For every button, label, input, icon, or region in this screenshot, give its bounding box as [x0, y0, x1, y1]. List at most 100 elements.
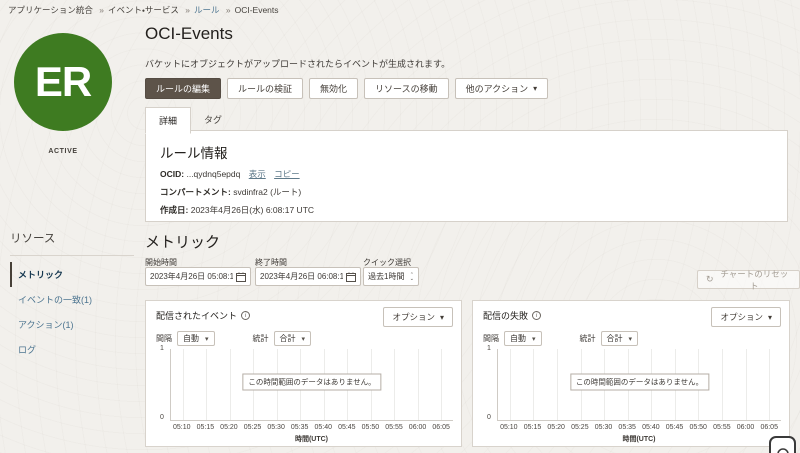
tick: 05:30: [267, 424, 285, 431]
tick: 06:00: [734, 349, 758, 420]
tick: 05:55: [713, 424, 731, 431]
chart-plot-area: 05:1005:1505:2005:2505:3005:3505:4005:45…: [497, 349, 781, 421]
chart-title-text: 配信されたイベント: [156, 311, 238, 321]
created-label: 作成日:: [160, 205, 189, 215]
compartment-row: コンパートメント: svdinfra2 (ルート): [160, 186, 787, 198]
sidebar-item-event-matches[interactable]: イベントの一致(1): [10, 287, 134, 312]
interval-select[interactable]: 自動: [177, 331, 215, 346]
created-row: 作成日: 2023年4月26日(水) 6:08:17 UTC: [160, 204, 787, 216]
breadcrumb-app-integration[interactable]: アプリケーション統合: [8, 4, 93, 16]
info-icon[interactable]: [532, 311, 542, 320]
quick-select-value: 過去1時間: [368, 272, 405, 281]
tick: 05:10: [171, 349, 195, 420]
tick: 05:30: [594, 424, 613, 431]
calendar-icon[interactable]: [236, 272, 246, 282]
quick-select-dropdown[interactable]: 過去1時間: [363, 267, 419, 286]
reset-charts-button[interactable]: チャートのリセット: [697, 268, 800, 291]
start-time-input[interactable]: 2023年4月26日 05:08:18 UTC: [145, 267, 251, 286]
y-tick-max: 1: [487, 345, 491, 352]
chart-options-button[interactable]: オプション: [711, 307, 781, 327]
start-time-value: 2023年4月26日 05:08:18 UTC: [150, 272, 233, 281]
headset-icon: [776, 448, 789, 453]
move-resource-button[interactable]: リソースの移動: [364, 78, 449, 99]
tick: 05:35: [290, 424, 309, 431]
resources-sidebar: リソース メトリック イベントの一致(1) アクション(1) ログ: [10, 230, 134, 362]
chart-controls: 間隔 自動 統計 合計: [156, 331, 312, 346]
page-subtitle: バケットにオブジェクトがアップロードされたらイベントが生成されます。: [145, 59, 451, 69]
chart-options-button[interactable]: オプション: [383, 307, 453, 327]
chart-card-delivery-failures: 配信の失敗 オプション 間隔 自動 統計 合計 1 0 05:1005:1505…: [472, 300, 790, 447]
compartment-label: コンパートメント:: [160, 187, 231, 197]
tick: 05:10: [498, 349, 522, 420]
reset-charts-label: チャートのリセット: [720, 268, 789, 291]
tick: 06:05: [760, 424, 778, 431]
interval-label: 間隔: [156, 334, 172, 343]
x-axis-tick-labels: 05:10 05:15 05:20 05:25 05:30 05:35 05:40 05:45…: [170, 424, 453, 431]
tab-details[interactable]: 詳細: [145, 107, 192, 134]
ocid-row: OCID: ...qydnq5epdq 表示 コピー: [160, 168, 787, 180]
sidebar-item-actions[interactable]: アクション(1): [10, 312, 134, 337]
y-tick-min: 0: [160, 414, 164, 421]
tick: 05:15: [196, 424, 215, 431]
rule-info-heading: ルール情報: [160, 146, 228, 161]
action-buttons: ルールの編集 ルールの検証 無効化 リソースの移動 他のアクション: [145, 78, 549, 99]
statistic-select[interactable]: 合計: [273, 331, 312, 346]
chart-title: 配信されたイベント: [156, 309, 251, 322]
x-axis-tick-labels: 05:10 05:15 05:20 05:25 05:30 05:35 05:40 05:45…: [497, 424, 781, 431]
tick: 05:50: [689, 424, 707, 431]
tick: 06:05: [757, 349, 781, 420]
tick: 05:15: [195, 349, 219, 420]
tick: 05:20: [547, 424, 565, 431]
edit-rule-button[interactable]: ルールの編集: [145, 78, 222, 99]
tick: 05:15: [523, 424, 542, 431]
validate-rule-button[interactable]: ルールの検証: [227, 78, 304, 99]
x-axis-title: 時間(UTC): [622, 436, 656, 443]
tick: 05:55: [710, 349, 734, 420]
tick: 05:10: [173, 424, 191, 431]
created-value: 2023年4月26日(水) 6:08:17 UTC: [190, 205, 315, 215]
more-actions-button[interactable]: 他のアクション: [454, 78, 549, 99]
tick: 05:20: [545, 349, 569, 420]
sidebar-item-metrics[interactable]: メトリック: [10, 262, 134, 287]
help-chat-button[interactable]: [769, 436, 796, 453]
disable-button[interactable]: 無効化: [309, 78, 359, 99]
chart-controls: 間隔 自動 統計 合計: [483, 331, 639, 346]
calendar-icon[interactable]: [346, 272, 356, 282]
tick: 05:45: [338, 424, 356, 431]
ocid-copy-link[interactable]: コピー: [274, 169, 300, 179]
tick: 06:05: [432, 424, 450, 431]
interval-select[interactable]: 自動: [504, 331, 542, 346]
tick: 06:05: [430, 349, 454, 420]
y-tick-max: 1: [160, 345, 164, 352]
tick: 05:20: [218, 349, 242, 420]
ocid-label: OCID:: [160, 169, 185, 179]
tick: 06:00: [736, 424, 755, 431]
ocid-show-link[interactable]: 表示: [249, 169, 266, 179]
end-time-input[interactable]: 2023年4月26日 06:08:18 UTC: [255, 267, 361, 286]
status-badge: ACTIVE: [48, 148, 78, 155]
metrics-heading: メトリック: [145, 234, 221, 251]
tick: 05:10: [500, 424, 518, 431]
detail-tabs: 詳細 タグ: [145, 107, 235, 134]
statistic-select[interactable]: 合計: [600, 331, 639, 346]
chart-card-delivered-events: 配信されたイベント オプション 間隔 自動 統計 合計 1 0 05:1005:…: [145, 300, 462, 447]
updown-spinner-icon: [410, 273, 414, 281]
tab-tags[interactable]: タグ: [191, 107, 235, 134]
end-time-value: 2023年4月26日 06:08:18 UTC: [260, 272, 343, 281]
resources-divider: [10, 255, 134, 256]
info-icon[interactable]: [241, 311, 251, 320]
resources-heading: リソース: [10, 233, 56, 245]
y-tick-min: 0: [487, 414, 491, 421]
tick: 05:50: [361, 424, 380, 431]
rule-info-panel: ルール情報 OCID: ...qydnq5epdq 表示 コピー コンパートメン…: [145, 130, 788, 222]
sidebar-item-logs[interactable]: ログ: [10, 337, 134, 362]
chart-title-text: 配信の失敗: [483, 311, 529, 321]
breadcrumb-events-service[interactable]: イベント・サービス: [95, 4, 179, 16]
tick: 05:55: [383, 349, 407, 420]
refresh-icon: [706, 274, 714, 285]
tick: 05:35: [618, 424, 636, 431]
page-title: OCI-Events: [145, 24, 233, 43]
breadcrumb-rules-link[interactable]: ルール: [181, 4, 220, 16]
tick: 06:00: [408, 424, 427, 431]
compartment-value: svdinfra2 (ルート): [233, 187, 302, 197]
